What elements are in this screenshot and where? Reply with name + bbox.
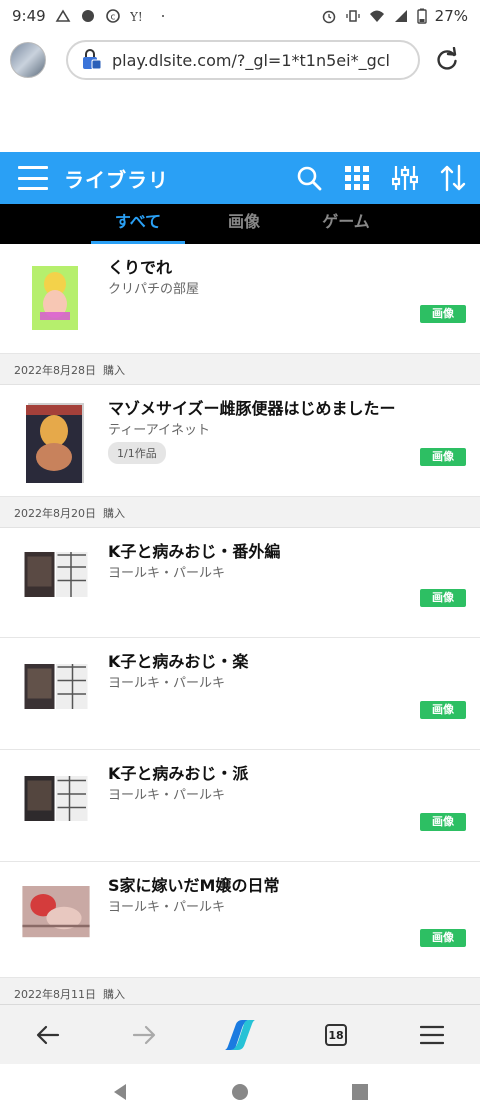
tab-games[interactable]: ゲーム — [303, 204, 389, 244]
browser-toolbar: play.dlsite.com/?_gl=1*t1n5ei*_gcl — [0, 32, 480, 88]
system-navigation-bar — [0, 1064, 480, 1120]
menu-icon — [420, 1025, 444, 1044]
forward-arrow-icon — [132, 1025, 156, 1044]
tab-all[interactable]: すべて — [91, 204, 185, 244]
search-icon[interactable] — [296, 165, 322, 191]
back-arrow-icon — [36, 1025, 60, 1044]
purchase-date-header: 2022年8月20日 購入 — [0, 497, 480, 528]
work-title: K子と病みおじ・番外編 — [108, 542, 281, 561]
circle-name: ヨールキ・パールキ — [108, 900, 226, 915]
grid-view-icon[interactable] — [344, 165, 370, 191]
yahoo-icon: Y! — [130, 10, 143, 24]
work-thumbnail — [26, 403, 84, 483]
clock: 9:49 — [12, 7, 46, 25]
nav-home-icon[interactable] — [230, 1082, 250, 1102]
list-item[interactable]: K子と病みおじ・楽 ヨールキ・パールキ 画像 — [0, 638, 480, 750]
circle-name: クリパチの部屋 — [108, 282, 200, 297]
back-button[interactable] — [28, 1015, 68, 1055]
browser-bottom-bar: 18 — [0, 1004, 480, 1064]
screen: 9:49 c Y! 27% play.dlsite.com/?_gl=1*t1n… — [0, 0, 480, 1120]
filter-sliders-icon[interactable] — [392, 164, 418, 192]
category-badge: 画像 — [420, 701, 466, 719]
category-badge: 画像 — [420, 589, 466, 607]
profile-avatar[interactable] — [10, 42, 46, 78]
work-thumbnail — [24, 552, 88, 597]
battery-icon — [416, 8, 427, 24]
category-badge: 画像 — [420, 929, 466, 947]
nav-recents-icon[interactable] — [350, 1082, 370, 1102]
work-title: くりでれ — [108, 258, 173, 277]
category-badge: 画像 — [420, 448, 466, 466]
category-badge: 画像 — [420, 305, 466, 323]
work-thumbnail — [22, 886, 90, 938]
list-item[interactable]: K子と病みおじ・派 ヨールキ・パールキ 画像 — [0, 750, 480, 862]
alarm-icon — [322, 10, 335, 24]
forward-button[interactable] — [124, 1015, 164, 1055]
page-title: ライブラリ — [64, 167, 169, 192]
category-tabs: すべて 画像 ゲーム — [0, 204, 480, 244]
copilot-icon — [225, 1019, 255, 1050]
svg-text:Y!: Y! — [130, 10, 143, 24]
tab-count: 18 — [325, 1023, 347, 1046]
work-title: K子と病みおじ・派 — [108, 764, 249, 783]
list-item[interactable]: K子と病みおじ・番外編 ヨールキ・パールキ 画像 — [0, 528, 480, 638]
work-thumbnail — [24, 776, 88, 821]
wifi-icon — [369, 10, 384, 22]
list-item[interactable]: くりでれ クリパチの部屋 画像 — [0, 244, 480, 354]
circle-name: ヨールキ・パールキ — [108, 566, 226, 581]
category-badge: 画像 — [420, 813, 466, 831]
work-thumbnail — [24, 664, 88, 709]
copyright-icon: c — [105, 9, 120, 23]
circle-name: ヨールキ・パールキ — [108, 676, 226, 691]
status-bar: 9:49 c Y! 27% — [0, 0, 480, 32]
reload-icon[interactable] — [434, 47, 460, 73]
hamburger-menu-icon[interactable] — [18, 166, 48, 190]
tab-switcher-button[interactable]: 18 — [316, 1015, 356, 1055]
dot-icon — [161, 15, 164, 17]
work-count-badge: 1/1作品 — [108, 442, 166, 464]
purchase-date-header: 2022年8月28日 購入 — [0, 354, 480, 385]
work-title: S家に嫁いだM嬢の日常 — [108, 876, 280, 895]
app-header: ライブラリ — [0, 152, 480, 204]
nav-back-icon[interactable] — [110, 1082, 130, 1102]
purchase-date-header: 2022年8月11日 購入 — [0, 978, 480, 1004]
svg-text:c: c — [110, 13, 115, 23]
work-title: K子と病みおじ・楽 — [108, 652, 249, 671]
browser-menu-button[interactable] — [412, 1015, 452, 1055]
circle-name: ティーアイネット — [108, 423, 211, 438]
tab-images[interactable]: 画像 — [201, 204, 287, 244]
work-title: マゾメサイズー雌豚便器はじめましたー — [108, 399, 396, 418]
list-item[interactable]: S家に嫁いだM嬢の日常 ヨールキ・パールキ 画像 — [0, 862, 480, 978]
address-bar[interactable]: play.dlsite.com/?_gl=1*t1n5ei*_gcl — [66, 40, 420, 80]
circle-name: ヨールキ・パールキ — [108, 788, 226, 803]
list-item[interactable]: マゾメサイズー雌豚便器はじめましたー ティーアイネット 1/1作品 画像 — [0, 385, 480, 497]
site-info-icon[interactable] — [80, 49, 102, 71]
work-thumbnail — [32, 266, 78, 330]
sort-icon[interactable] — [440, 164, 466, 192]
url-text: play.dlsite.com/?_gl=1*t1n5ei*_gcl — [112, 50, 390, 70]
battery-level: 27% — [434, 7, 468, 25]
library-list: くりでれ クリパチの部屋 画像 2022年8月28日 購入 マゾメサイズー雌豚便… — [0, 244, 480, 1004]
vibrate-icon — [346, 10, 360, 22]
signal-icon — [394, 10, 407, 22]
chat-icon — [81, 10, 94, 22]
copilot-button[interactable] — [220, 1015, 260, 1055]
notification-icon — [55, 9, 71, 22]
